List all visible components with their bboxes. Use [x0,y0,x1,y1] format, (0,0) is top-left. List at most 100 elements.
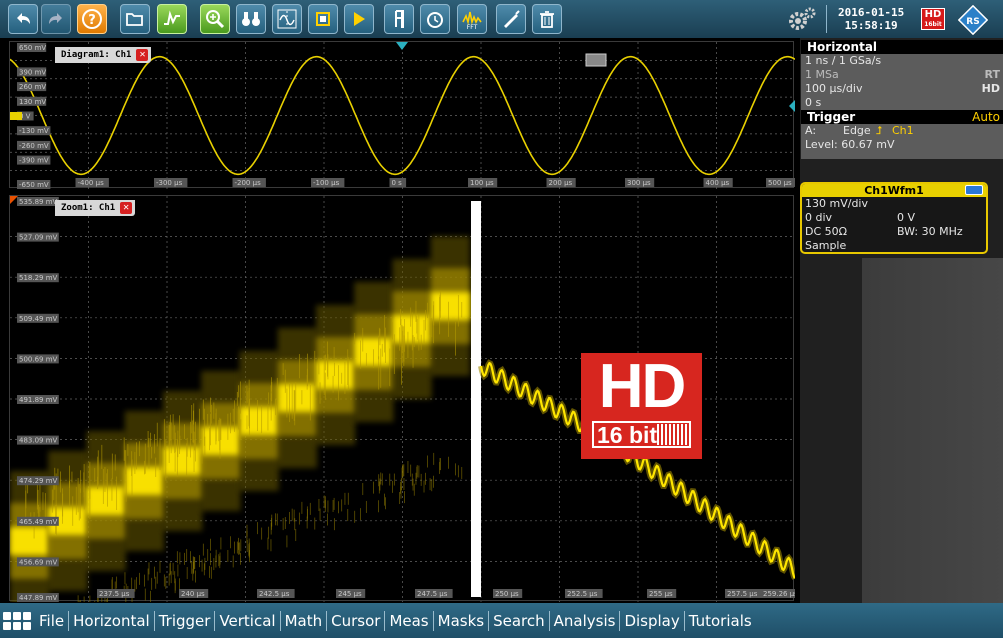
ch1-bandwidth: BW: 30 MHz [897,225,963,239]
zoom1-x-tick: 252.5 µs [565,589,603,598]
zoom1-y-tick: 483.09 mV [17,436,59,445]
menu-masks[interactable]: Masks [433,611,488,631]
diagram1-x-tick: 0 s [390,178,407,187]
zoom1-x-tick: 250 µs [493,589,522,598]
zoom1-y-tick: 518.29 mV [17,273,59,282]
diagram1-panel[interactable]: 650 mV 390 mV 260 mV 130 mV 0 V -130 mV -260 m… [9,41,794,188]
zoom-window-marker[interactable] [586,54,606,66]
clock-icon[interactable] [420,4,450,34]
diagram1-x-tick: 100 µs [468,178,497,187]
open-icon[interactable] [120,4,150,34]
ch1-coupling-row[interactable]: DC 50Ω BW: 30 MHz [802,225,986,239]
redo-icon[interactable] [41,4,71,34]
close-icon[interactable]: ✕ [136,49,148,61]
svg-text:?: ? [88,13,96,28]
diagram1-plot[interactable]: 650 mV390 mV260 mV130 mV0 V-130 mV-260 m… [10,42,795,189]
ch1wfm1-title[interactable]: Ch1Wfm1 [802,184,986,197]
menu-vertical[interactable]: Vertical [214,611,279,631]
diagram1-x-tick: -100 µs [311,178,344,187]
hd-badge-label: HD [925,9,942,20]
zoom-icon[interactable] [200,4,230,34]
horizontal-resolution-value: 1 ns / 1 GSa/s [805,54,881,67]
cursor-icon[interactable] [384,4,414,34]
trigger-level[interactable]: Level: 60.67 mV [801,138,1003,152]
svg-text:242.5 µs: 242.5 µs [259,590,290,598]
probe-icon[interactable] [496,4,526,34]
trigger-type-row[interactable]: A: Edge ⮥ Ch1 [801,124,1003,138]
menu-trigger[interactable]: Trigger [154,611,215,631]
zoom1-y-tick: 500.69 mV [17,354,59,363]
svg-text:RS: RS [966,17,979,27]
trigger-position-marker-icon[interactable] [396,42,408,50]
trigger-header-label: Trigger [807,110,855,124]
svg-text:237.5 µs: 237.5 µs [99,590,130,598]
rising-edge-icon: ⮥ [876,124,883,138]
horizontal-scale-value: 100 µs/div [805,82,862,95]
run-single-icon[interactable] [344,4,374,34]
diagram1-y-tick: -130 mV [17,126,50,135]
menu-search[interactable]: Search [488,611,549,631]
toolbar-divider [826,5,827,33]
trigger-mode: Auto [972,110,1000,124]
svg-text:257.5 µs: 257.5 µs [727,590,758,598]
fft-icon[interactable]: FFT [457,4,487,34]
svg-text:255 µs: 255 µs [649,590,673,598]
trigger-header[interactable]: Trigger Auto [801,110,1003,124]
ch1-scale[interactable]: 130 mV/div [802,197,986,211]
ch1-offset-row[interactable]: 0 div 0 V [802,211,986,225]
menu-cursor[interactable]: Cursor [326,611,384,631]
menu-analysis[interactable]: Analysis [549,611,620,631]
menu-tutorials[interactable]: Tutorials [684,611,756,631]
apps-grid-icon[interactable] [3,609,35,633]
hd-mode-badge[interactable]: HD 16bit [921,8,945,30]
menu-horizontal[interactable]: Horizontal [68,611,154,631]
horizontal-position[interactable]: 0 s [801,96,1003,110]
fft-hist-icon[interactable] [272,4,302,34]
ch1wfm1-panel[interactable]: Ch1Wfm1 130 mV/div 0 div 0 V DC 50Ω BW: 30… [800,182,988,254]
menu-bar: File Horizontal Trigger Vertical Math Cu… [0,603,1003,638]
svg-text:474.29 mV: 474.29 mV [19,477,58,485]
diagram1-title[interactable]: Diagram1: Ch1 ✕ [55,47,151,63]
help-icon[interactable]: ? [77,4,107,34]
ch1-offset: 0 div [805,211,832,224]
ch1-acq-row[interactable]: Sample [802,239,986,253]
trash-icon[interactable] [532,4,562,34]
zoom1-x-tick: 247.5 µs [415,589,453,598]
zoom1-y-tick: 509.49 mV [17,314,59,323]
diagram1-title-text: Diagram1: Ch1 [61,50,131,60]
svg-text:400 µs: 400 µs [706,179,730,187]
zoom1-y-tick: 456.69 mV [17,557,59,566]
menu-display[interactable]: Display [619,611,683,631]
gear-icon[interactable] [786,5,818,33]
diagram1-y-tick: 650 mV [17,43,46,52]
horizontal-scale[interactable]: 100 µs/div HD [801,82,1003,96]
zoom1-y-tick: 527.09 mV [17,233,59,242]
autoset-icon[interactable] [157,4,187,34]
menu-math[interactable]: Math [280,611,327,631]
close-icon[interactable]: ✕ [120,202,132,214]
horizontal-trigger-panel[interactable]: Horizontal 1 ns / 1 GSa/s 1 MSa RT 100 µs… [801,40,1003,159]
horizontal-header[interactable]: Horizontal [801,40,1003,54]
horizontal-quality: HD [982,82,1000,96]
binoculars-icon[interactable] [236,4,266,34]
trigger-level-marker-icon[interactable] [789,100,795,112]
diagram1-x-tick: -400 µs [76,178,109,187]
minimize-icon[interactable] [965,185,983,195]
sidebar-empty-area [862,258,1003,603]
hd-badge-sub: 16bit [922,21,944,28]
zoom1-title[interactable]: Zoom1: Ch1 ✕ [55,200,135,216]
chip-icon[interactable] [308,4,338,34]
diagram1-x-tick: -300 µs [154,178,187,187]
diagram1-y-tick: 130 mV [17,97,46,106]
svg-text:247.5 µs: 247.5 µs [417,590,448,598]
horizontal-record[interactable]: 1 MSa RT [801,68,1003,82]
svg-text:250 µs: 250 µs [495,590,519,598]
svg-text:527.09 mV: 527.09 mV [19,234,58,242]
horizontal-resolution[interactable]: 1 ns / 1 GSa/s [801,54,1003,68]
ch1-acq: Sample [805,239,846,252]
zoom1-x-tick: 259.26 µs [761,589,795,598]
menu-meas[interactable]: Meas [384,611,432,631]
menu-file[interactable]: File [35,611,68,631]
ch1-ground-marker-icon[interactable] [10,112,22,120]
undo-icon[interactable] [8,4,38,34]
